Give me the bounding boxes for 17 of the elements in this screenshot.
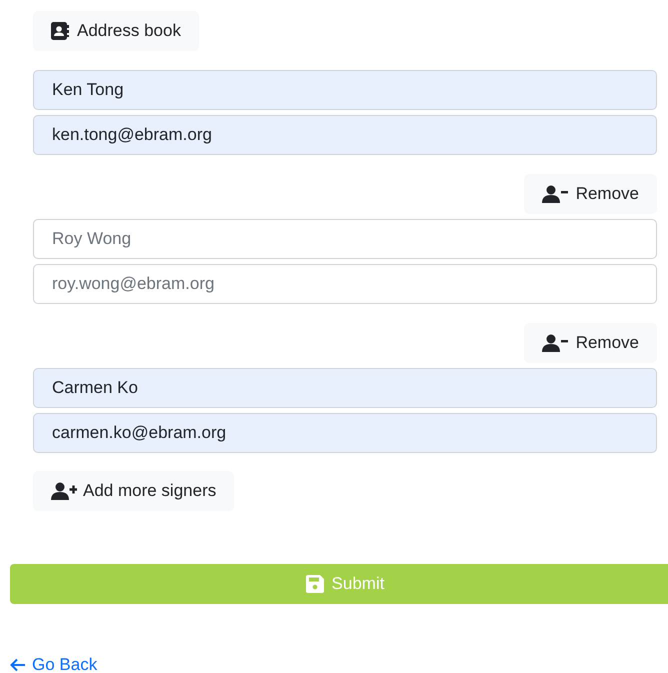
- remove-button[interactable]: Remove: [524, 323, 657, 363]
- go-back-link[interactable]: Go Back: [10, 652, 98, 673]
- email-field[interactable]: roy.wong@ebram.org: [33, 264, 657, 304]
- add-signers-button[interactable]: Add more signers: [33, 471, 234, 511]
- email-field[interactable]: carmen.ko@ebram.org: [33, 413, 657, 453]
- name-field[interactable]: Carmen Ko: [33, 368, 657, 408]
- address-book-icon: [51, 22, 69, 40]
- save-icon: [306, 575, 324, 593]
- email-field[interactable]: ken.tong@ebram.org: [33, 115, 657, 155]
- remove-button[interactable]: Remove: [524, 174, 657, 214]
- name-field[interactable]: Ken Tong: [33, 70, 657, 110]
- user-minus-icon: [542, 334, 568, 352]
- address-book-button[interactable]: Address book: [33, 11, 199, 51]
- user-minus-icon: [542, 185, 568, 203]
- name-field[interactable]: Roy Wong: [33, 219, 657, 259]
- user-plus-icon: [51, 482, 77, 500]
- arrow-left-icon: [10, 658, 26, 672]
